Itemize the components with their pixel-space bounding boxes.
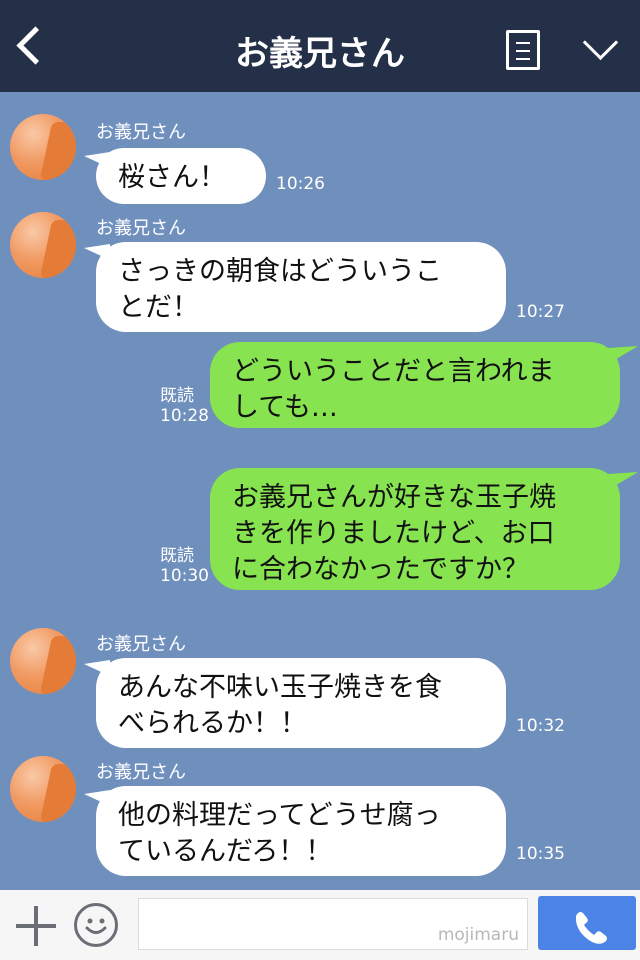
message-text-line: とだ！ xyxy=(118,292,199,323)
message-bubble[interactable]: 桜さん！ xyxy=(96,148,266,204)
call-button[interactable] xyxy=(538,896,636,950)
message-bubble[interactable]: 他の料理だってどうせ腐っ ているんだろ！！ xyxy=(96,786,506,876)
read-receipt: 既読 10:30 xyxy=(160,546,209,586)
sender-name: お義兄さん xyxy=(96,218,186,239)
sender-name: お義兄さん xyxy=(96,634,186,655)
message-bubble[interactable]: どういうことだと言われま しても… xyxy=(210,342,620,428)
message-input[interactable]: mojimaru xyxy=(138,898,528,950)
message-time: 10:32 xyxy=(516,716,565,736)
chat-header: お義兄さん xyxy=(0,0,640,92)
message-bubble[interactable]: さっきの朝食はどういうこ とだ！ xyxy=(96,242,506,332)
menu-icon[interactable] xyxy=(506,30,540,70)
bubble-tail xyxy=(608,472,638,490)
message-time: 10:27 xyxy=(516,302,565,322)
message-text-line: どういうことだと言われま xyxy=(232,356,555,387)
phone-icon xyxy=(575,912,607,944)
read-receipt: 既読 10:28 xyxy=(160,386,209,426)
plus-icon[interactable] xyxy=(16,906,56,946)
message-text-line: ているんだろ！！ xyxy=(118,836,333,867)
watermark-text: mojimaru xyxy=(437,925,519,945)
message-time: 10:28 xyxy=(160,406,209,426)
bubble-tail xyxy=(608,346,638,364)
message-text-line: さっきの朝食はどういうこ xyxy=(118,256,442,287)
message-text-line: あんな不味い玉子焼きを食 xyxy=(118,672,442,703)
message-text-line: べられるか！！ xyxy=(118,708,307,739)
input-bar: mojimaru xyxy=(0,890,640,960)
message-text-line: 他の料理だってどうせ腐っ xyxy=(118,800,441,831)
message-time: 10:35 xyxy=(516,844,565,864)
sender-name: お義兄さん xyxy=(96,762,186,783)
message-time: 10:26 xyxy=(276,174,325,194)
chat-title: お義兄さん xyxy=(235,34,405,74)
avatar[interactable] xyxy=(10,628,76,694)
emoji-icon[interactable] xyxy=(74,903,118,947)
sender-name: お義兄さん xyxy=(96,122,186,143)
read-label: 既読 xyxy=(160,386,194,406)
read-label: 既読 xyxy=(160,546,194,566)
message-time: 10:30 xyxy=(160,566,209,586)
message-text-line: お義兄さんが好きな玉子焼 xyxy=(232,482,556,513)
message-bubble[interactable]: お義兄さんが好きな玉子焼 きを作りましたけど、お口 に合わなかったですか？ xyxy=(210,468,620,590)
message-text-line: きを作りましたけど、お口 xyxy=(232,518,555,549)
avatar[interactable] xyxy=(10,114,76,180)
message-text-line: に合わなかったですか？ xyxy=(232,554,529,585)
message-bubble[interactable]: あんな不味い玉子焼きを食 べられるか！！ xyxy=(96,658,506,748)
message-text: 桜さん！ xyxy=(118,162,226,193)
avatar[interactable] xyxy=(10,212,76,278)
chat-area[interactable]: お義兄さん 桜さん！ 10:26 お義兄さん さっきの朝食はどういうこ とだ！ … xyxy=(0,92,640,890)
message-text-line: しても… xyxy=(232,392,338,423)
avatar[interactable] xyxy=(10,756,76,822)
